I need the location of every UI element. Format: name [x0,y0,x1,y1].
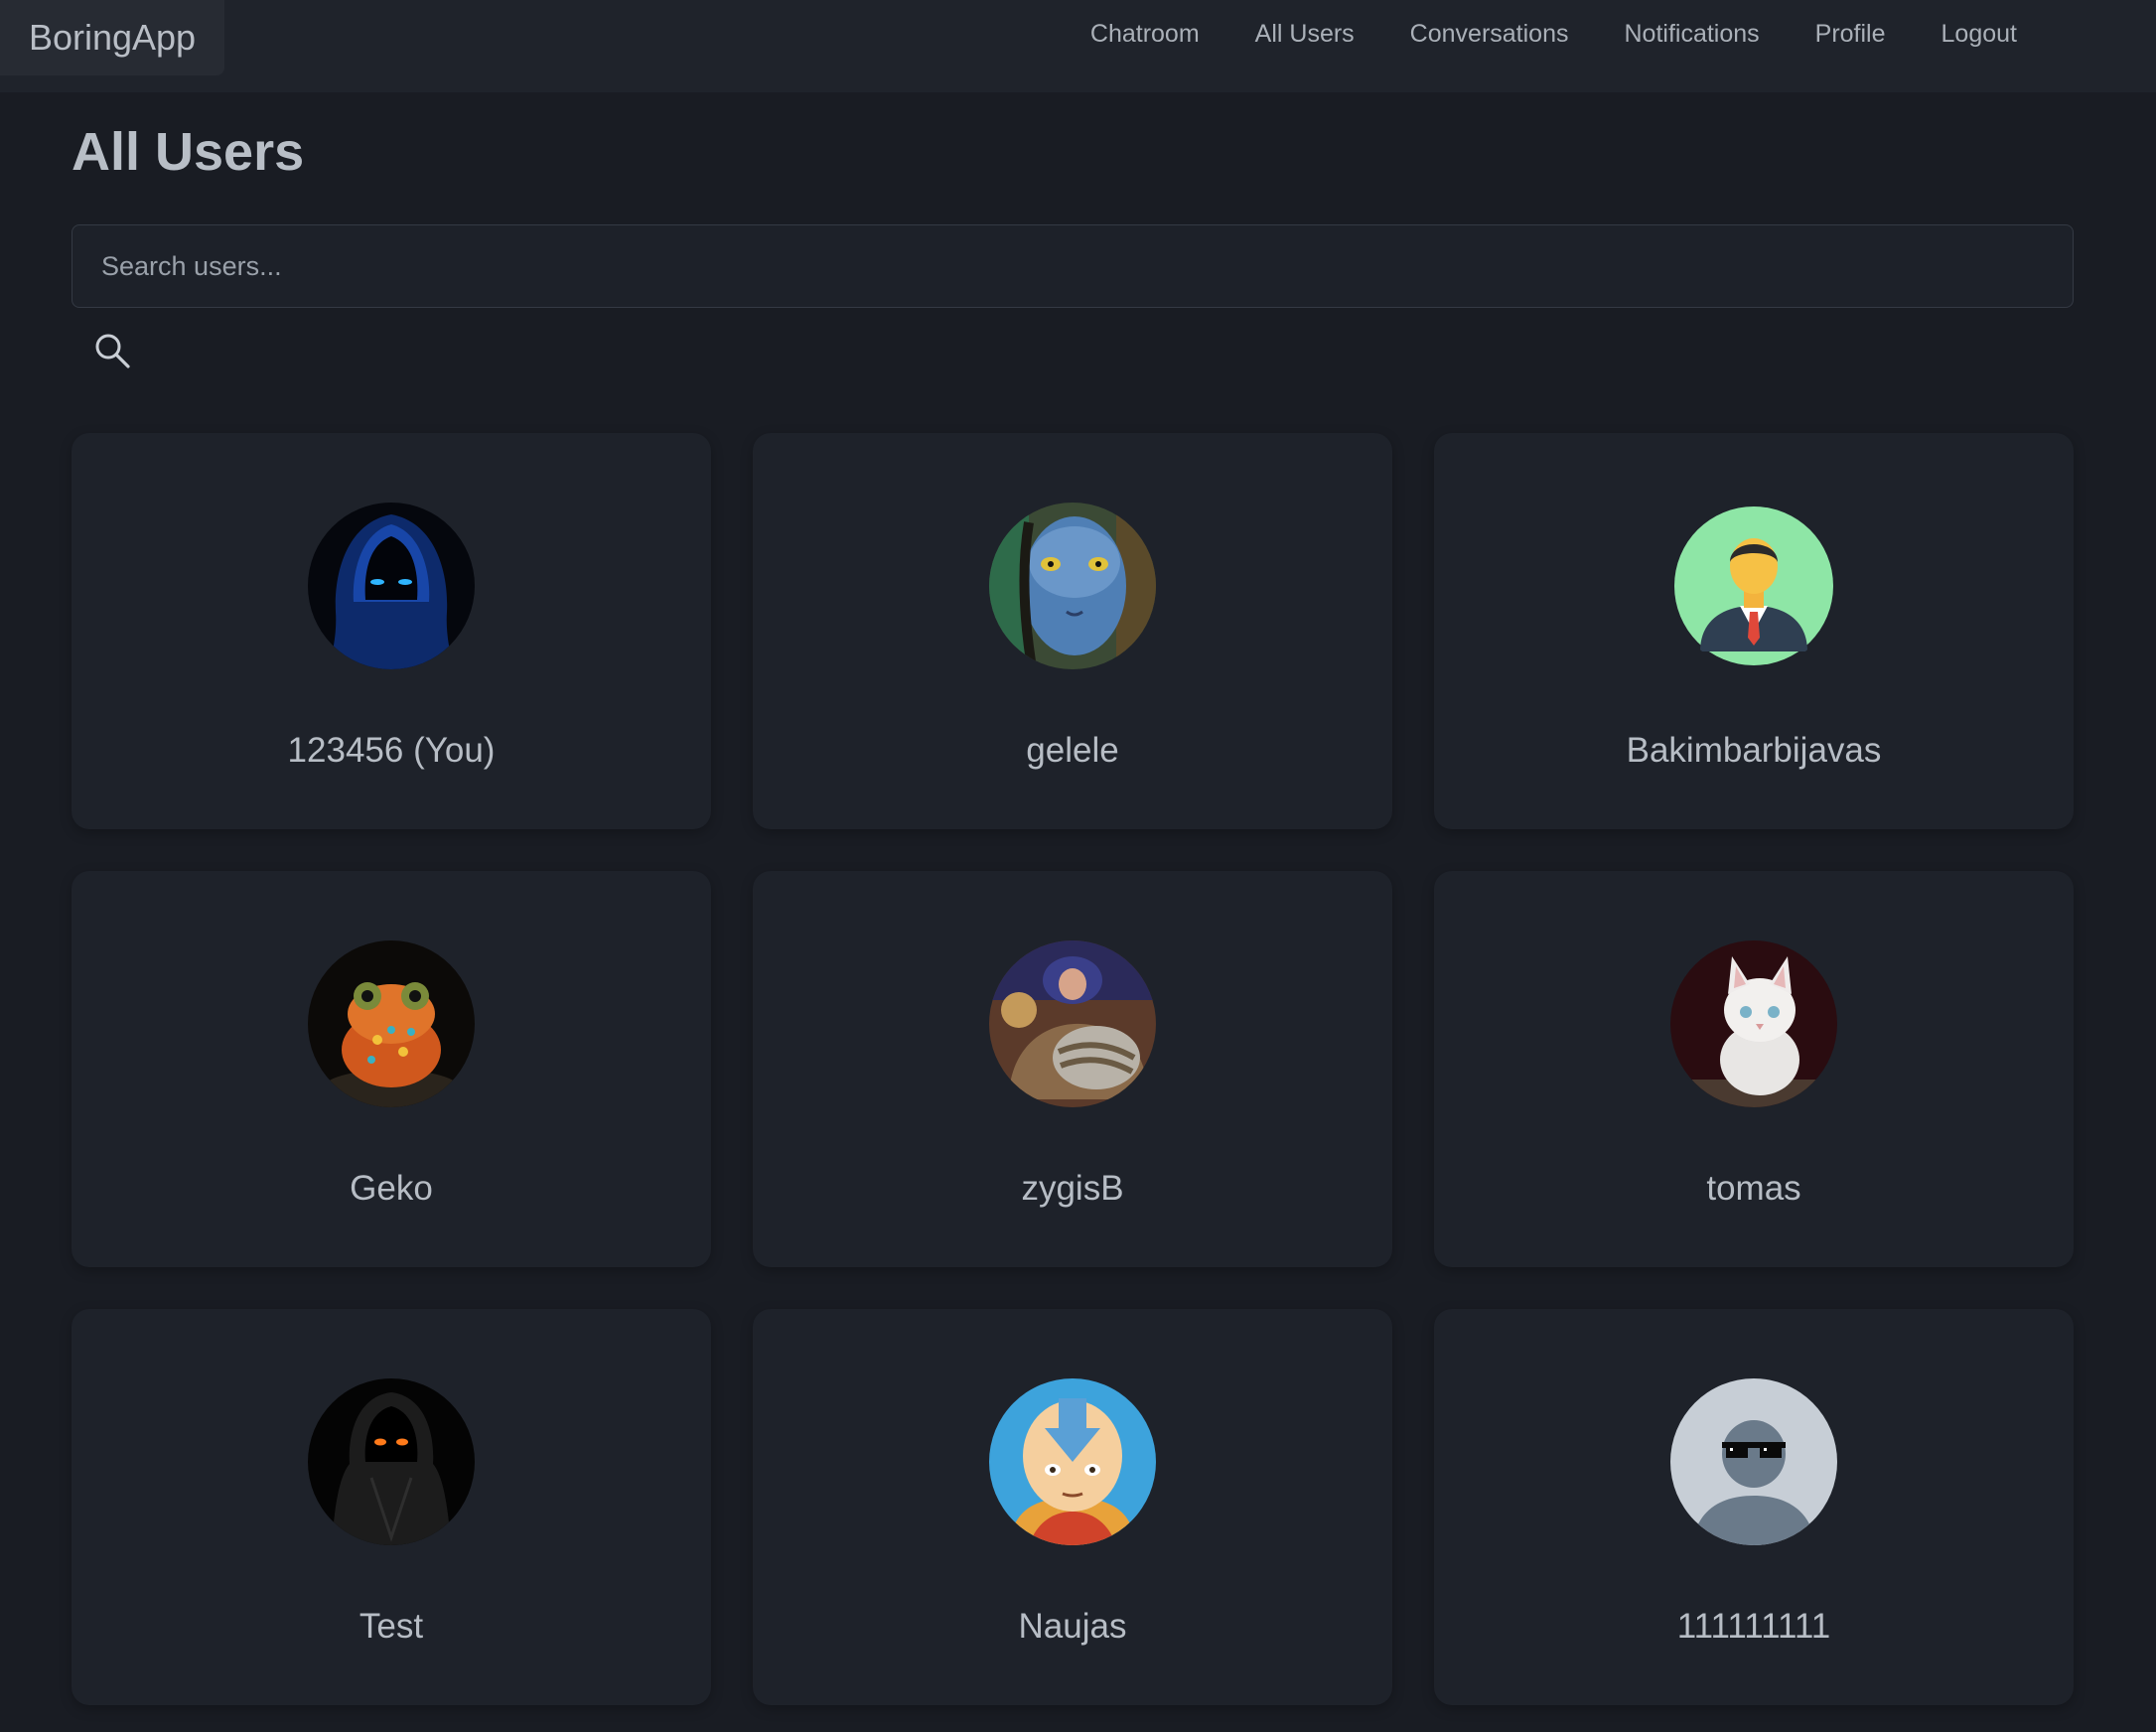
nav-link-conversations[interactable]: Conversations [1410,20,1569,49]
search-input[interactable] [72,224,2074,308]
user-name: 111111111 [1676,1607,1831,1646]
nav-link-logout[interactable]: Logout [1941,20,2017,49]
user-card[interactable]: 123456 (You) [72,433,711,829]
user-card[interactable]: Geko [72,871,711,1267]
user-card[interactable]: Test [72,1309,711,1705]
businessman-avatar [1670,503,1837,669]
brand-logo[interactable]: BoringApp [0,0,224,75]
user-name: 123456 (You) [287,731,496,770]
user-name: zygisB [1021,1169,1124,1208]
nav-link-notifications[interactable]: Notifications [1624,20,1759,49]
nav-links: Chatroom All Users Conversations Notific… [1035,0,2017,68]
user-card[interactable]: gelele [753,433,1392,829]
user-name: Bakimbarbijavas [1626,731,1882,770]
page-title: All Users [72,122,305,182]
user-card[interactable]: zygisB [753,871,1392,1267]
user-card[interactable]: 111111111 [1434,1309,2074,1705]
blue-alien-face-avatar [989,503,1156,669]
nav-link-all-users[interactable]: All Users [1255,20,1355,49]
orange-frog-avatar [308,940,475,1107]
user-name: Test [359,1607,424,1646]
blue-hooded-figure-avatar [308,503,475,669]
nav-link-profile[interactable]: Profile [1815,20,1886,49]
search-icon[interactable] [92,331,132,370]
user-card[interactable]: Naujas [753,1309,1392,1705]
cartoon-monk-avatar [989,1378,1156,1545]
navbar: BoringApp Chatroom All Users Conversatio… [0,0,2156,92]
dark-hooded-figure-avatar [308,1378,475,1545]
default-user-sunglasses-avatar [1670,1378,1837,1545]
white-kitten-avatar [1670,940,1837,1107]
user-name: tomas [1706,1169,1801,1208]
user-name: Naujas [1018,1607,1127,1646]
user-grid: 123456 (You) gelele Bakimbarbijavas Geko… [72,433,2074,1705]
nav-link-chatroom[interactable]: Chatroom [1090,20,1200,49]
user-name: gelele [1026,731,1119,770]
user-card[interactable]: tomas [1434,871,2074,1267]
armored-warrior-avatar [989,940,1156,1107]
user-card[interactable]: Bakimbarbijavas [1434,433,2074,829]
user-name: Geko [350,1169,433,1208]
